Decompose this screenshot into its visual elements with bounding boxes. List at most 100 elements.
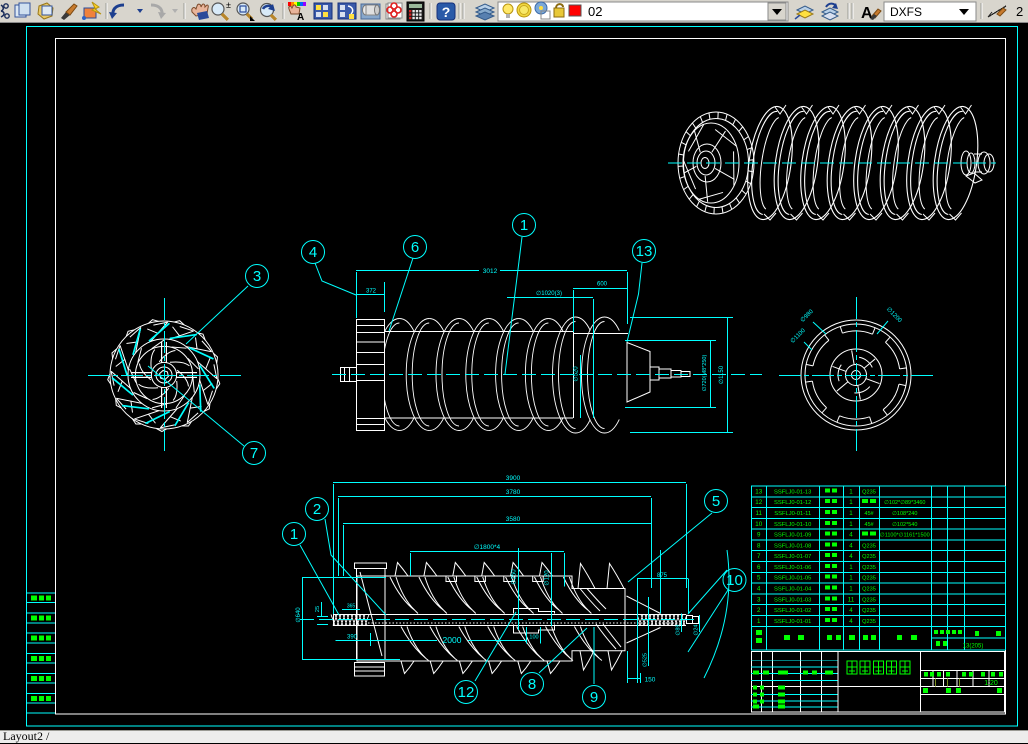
svg-text:∅108*240: ∅108*240 [892,510,917,517]
svg-text:Q235: Q235 [862,554,876,560]
svg-text:1: 1 [290,526,298,543]
svg-text:4: 4 [849,618,853,625]
svg-text:Q235: Q235 [862,608,876,614]
svg-text:11: 11 [755,510,762,517]
svg-text:9: 9 [757,532,761,539]
svg-text:12: 12 [458,684,475,701]
svg-text:372: 372 [366,289,377,295]
svg-text:∅24: ∅24 [693,625,700,636]
svg-text:1: 1 [757,618,761,625]
svg-text:8: 8 [757,542,761,549]
svg-text:∅102*∅89*3460: ∅102*∅89*3460 [884,499,925,506]
svg-text:4: 4 [849,607,853,614]
svg-text:SSFLJ0-01-13: SSFLJ0-01-13 [774,489,811,495]
svg-text:A: A [861,5,873,22]
svg-text:5: 5 [712,493,720,510]
svg-text:∅89: ∅89 [675,625,682,636]
svg-text:Q235: Q235 [862,489,876,495]
svg-text:13: 13 [636,243,653,260]
svg-text:Q235: Q235 [862,619,876,625]
svg-text:SSFLJ0-01-01: SSFLJ0-01-01 [774,619,811,625]
svg-text:SSFLJ0-01-12: SSFLJ0-01-12 [774,500,811,506]
svg-text:6: 6 [411,239,419,256]
svg-text:∅980: ∅980 [799,308,815,324]
svg-text:25: 25 [315,606,321,612]
svg-text:SSFLJ0-01-10: SSFLJ0-01-10 [774,522,811,528]
svg-text:1: 1 [849,521,853,528]
svg-text:1:20: 1:20 [984,680,998,687]
svg-text:4: 4 [849,532,853,539]
svg-text:45#: 45# [864,522,874,528]
svg-text:SSFLJ0-01-09: SSFLJ0-01-09 [774,533,811,539]
svg-text:7: 7 [250,445,258,462]
svg-text:100: 100 [529,635,538,641]
svg-text:SSFLJ0-01-04: SSFLJ0-01-04 [774,587,812,593]
svg-text:3: 3 [253,268,261,285]
svg-text:1: 1 [849,488,853,495]
svg-text:∅1800*4: ∅1800*4 [474,544,501,551]
svg-text:5: 5 [757,575,761,582]
svg-text:13: 13 [755,488,762,495]
svg-text:2000: 2000 [443,635,462,645]
svg-text:150: 150 [645,677,656,684]
svg-text:DXFS: DXFS [890,5,922,19]
svg-text:Q235: Q235 [862,543,876,549]
svg-text:∅525: ∅525 [642,653,649,667]
svg-text:∅720(M8*250): ∅720(M8*250) [701,355,708,392]
svg-text:∅1150: ∅1150 [718,365,725,384]
svg-text:11: 11 [848,596,855,603]
svg-text:365: 365 [347,604,356,610]
svg-text:4: 4 [309,244,317,261]
svg-text:2: 2 [313,501,321,518]
svg-text:SSFLJ0-01-07: SSFLJ0-01-07 [774,554,811,560]
svg-text:3900: 3900 [506,475,521,482]
svg-text:3580: 3580 [506,516,521,523]
svg-text:Q235: Q235 [862,576,876,582]
svg-text:1: 1 [520,217,528,234]
svg-text:SSFLJ0-01-08: SSFLJ0-01-08 [774,543,811,549]
svg-text:2: 2 [1016,4,1023,19]
svg-text:∅640: ∅640 [295,607,302,623]
svg-text:8: 8 [528,676,536,693]
svg-text:600: 600 [597,282,608,288]
svg-text:Q235: Q235 [862,565,876,571]
svg-text:13(205): 13(205) [963,644,984,650]
svg-text:10: 10 [755,521,762,528]
svg-text:4: 4 [849,542,853,549]
svg-text:7: 7 [757,553,761,560]
svg-text:Q235: Q235 [862,597,876,603]
svg-text:1: 1 [849,586,853,593]
svg-text:?: ? [442,4,451,20]
svg-text:±: ± [226,0,231,10]
svg-text:6: 6 [757,564,761,571]
svg-text:SSFLJ0-01-05: SSFLJ0-01-05 [774,576,811,582]
svg-text:3: 3 [757,596,761,603]
svg-text:SSFLJ0-01-11: SSFLJ0-01-11 [774,511,811,517]
svg-text:1: 1 [849,564,853,571]
svg-text:∅1020(3): ∅1020(3) [536,290,562,297]
svg-text:45#: 45# [864,511,874,517]
svg-text:10: 10 [726,572,743,589]
svg-text:4: 4 [849,553,853,560]
svg-text:Q235: Q235 [862,587,876,593]
svg-text:4: 4 [757,586,761,593]
svg-text:∅120: ∅120 [544,570,551,586]
svg-text:875: 875 [657,573,668,579]
svg-text:1: 1 [849,510,853,517]
svg-text:2: 2 [757,607,761,614]
svg-text:SSFLJ0-01-06: SSFLJ0-01-06 [774,565,811,571]
svg-text:3012: 3012 [483,268,498,275]
svg-text:3780: 3780 [506,489,521,496]
svg-text:A: A [297,12,304,23]
svg-text:12: 12 [755,499,762,506]
svg-text:SSFLJ0-01-03: SSFLJ0-01-03 [774,597,811,603]
svg-text:SSFLJ0-01-02: SSFLJ0-01-02 [774,608,811,614]
svg-text:∅1100*∅1161*1500: ∅1100*∅1161*1500 [880,532,930,539]
svg-text:1: 1 [849,499,853,506]
svg-text:∅250: ∅250 [511,569,518,585]
svg-text:∅102*540: ∅102*540 [892,521,917,528]
svg-text:∅520: ∅520 [573,366,580,382]
svg-text:390: 390 [347,635,358,641]
svg-text:02: 02 [588,4,602,19]
svg-text:9: 9 [590,689,598,706]
